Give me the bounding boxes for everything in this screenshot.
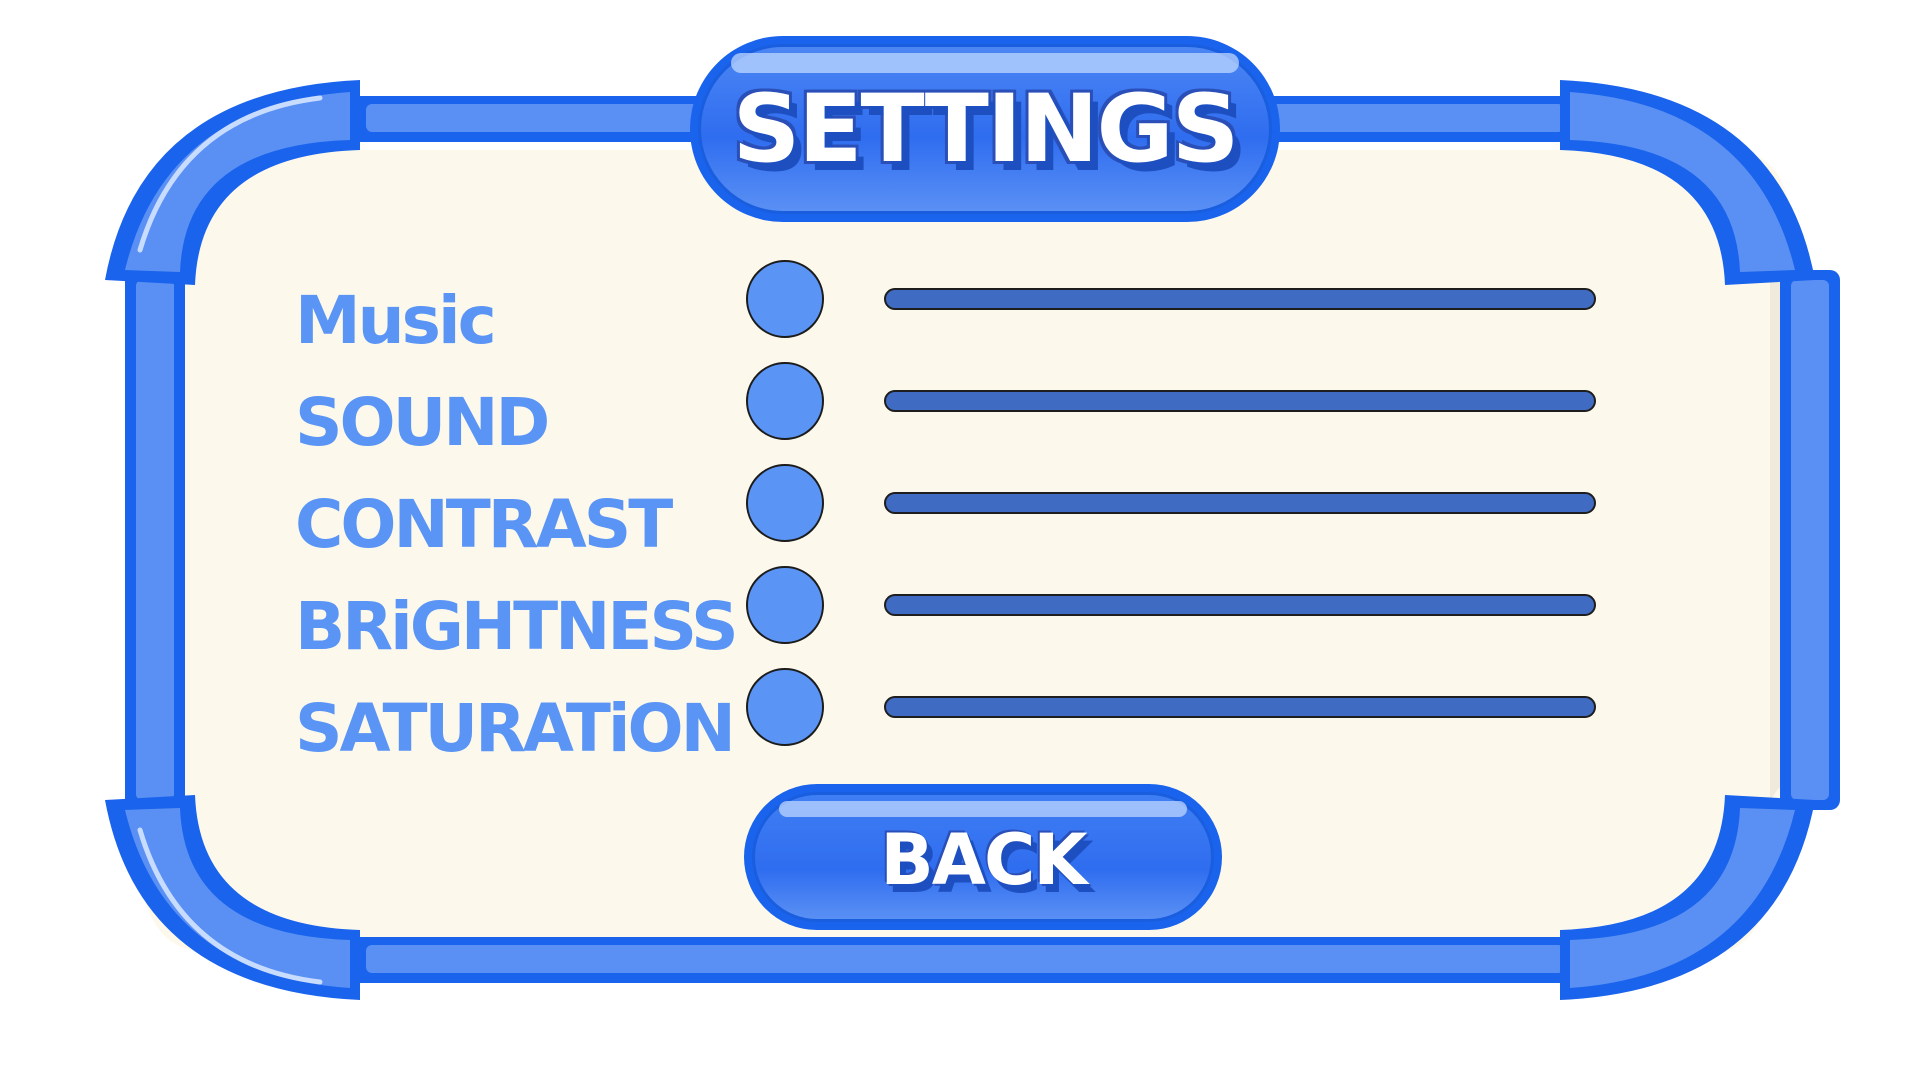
slider-track[interactable] xyxy=(884,492,1596,514)
back-button-label: BACK xyxy=(880,819,1087,901)
slider-knob[interactable] xyxy=(746,464,824,542)
slider-knob[interactable] xyxy=(746,260,824,338)
slider-track[interactable] xyxy=(884,696,1596,718)
title-banner: SETTINGS xyxy=(690,36,1280,222)
title-banner-inner: SETTINGS xyxy=(698,44,1272,214)
slider-track[interactable] xyxy=(884,594,1596,616)
slider-knob[interactable] xyxy=(746,362,824,440)
setting-label: Music xyxy=(295,282,497,359)
setting-row-music: Music xyxy=(0,260,1920,360)
back-button[interactable]: BACK xyxy=(744,784,1222,930)
setting-label: SATURATiON xyxy=(295,690,736,767)
slider-knob[interactable] xyxy=(746,668,824,746)
slider-knob[interactable] xyxy=(746,566,824,644)
setting-row-sound: SOUND xyxy=(0,362,1920,462)
page-title: SETTINGS xyxy=(732,75,1240,184)
slider-track[interactable] xyxy=(884,390,1596,412)
setting-row-saturation: SATURATiON xyxy=(0,668,1920,768)
setting-row-brightness: BRiGHTNESS xyxy=(0,566,1920,666)
setting-row-contrast: CONTRAST xyxy=(0,464,1920,564)
slider-track[interactable] xyxy=(884,288,1596,310)
setting-label: SOUND xyxy=(295,384,550,461)
setting-label: BRiGHTNESS xyxy=(295,588,739,665)
back-button-inner: BACK xyxy=(752,792,1214,922)
setting-label: CONTRAST xyxy=(295,486,673,563)
